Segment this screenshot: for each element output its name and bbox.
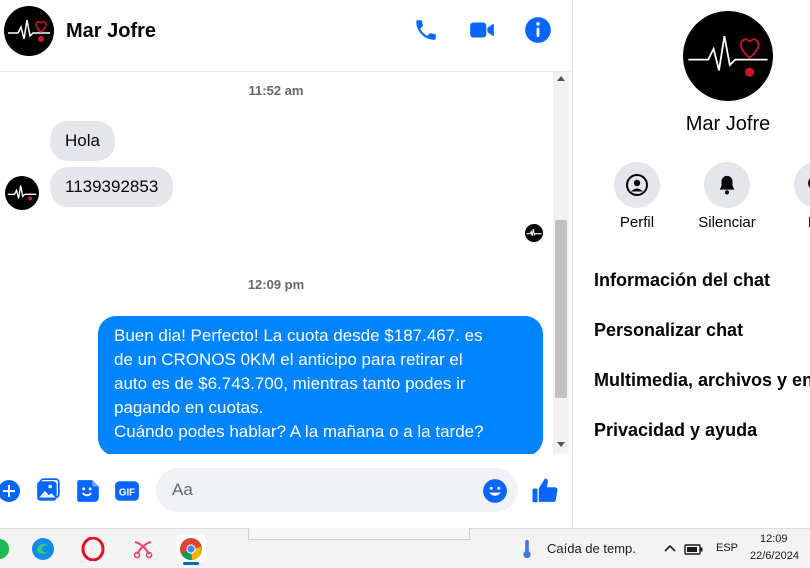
header-actions: [412, 16, 552, 44]
bell-icon: [704, 162, 750, 208]
profile-button[interactable]: Perfil: [601, 162, 673, 231]
mute-button[interactable]: Silenciar: [691, 162, 763, 231]
scroll-down-arrow[interactable]: [557, 442, 565, 447]
video-call-icon[interactable]: [468, 16, 496, 44]
info-icon[interactable]: [524, 16, 552, 44]
menu-customize-chat[interactable]: Personalizar chat: [594, 320, 743, 341]
scroll-thumb[interactable]: [555, 220, 567, 398]
chevron-up-icon[interactable]: [659, 535, 681, 563]
incoming-message[interactable]: 1139392853: [50, 167, 174, 207]
info-contact-name: Mar Jofre: [685, 113, 771, 135]
sender-avatar[interactable]: [5, 176, 39, 210]
clock-date[interactable]: 22/6/2024: [750, 550, 799, 562]
menu-chat-info[interactable]: Información del chat: [594, 270, 770, 291]
search-icon: [794, 162, 810, 208]
weather-text[interactable]: Caída de temp.: [547, 541, 636, 556]
menu-media-files[interactable]: Multimedia, archivos y en: [594, 370, 810, 391]
window-peek: [248, 528, 470, 540]
search-label: Bu: [781, 214, 810, 231]
battery-icon[interactable]: [682, 535, 706, 563]
thermometer-icon[interactable]: [512, 535, 542, 563]
emoji-icon[interactable]: [482, 478, 508, 504]
opera-icon[interactable]: [78, 535, 108, 563]
app-scissors-icon[interactable]: [128, 535, 158, 563]
message-list[interactable]: 11:52 am Hola 1139392853 12:09 pm Buen d…: [0, 72, 572, 454]
scroll-up-arrow[interactable]: [557, 76, 565, 81]
conversation-info-pane: Mar Jofre Perfil Silenciar Bu Informació…: [572, 0, 810, 528]
profile-icon: [614, 162, 660, 208]
contact-avatar[interactable]: [4, 6, 54, 56]
menu-privacy-help[interactable]: Privacidad y ayuda: [594, 420, 757, 441]
gif-icon[interactable]: GIF: [114, 478, 140, 504]
info-avatar[interactable]: [683, 11, 773, 101]
contact-name[interactable]: Mar Jofre: [66, 20, 156, 43]
composer: GIF Aa: [0, 454, 572, 528]
profile-label: Perfil: [619, 214, 655, 231]
clock-time[interactable]: 12:09: [760, 533, 788, 545]
edge-icon[interactable]: [28, 535, 58, 563]
spotify-icon[interactable]: [0, 535, 14, 563]
incoming-message[interactable]: Hola: [50, 121, 115, 161]
messenger-window: Mar Jofre 11:52 am Hola 1139392853 12:09…: [0, 0, 810, 528]
svg-text:GIF: GIF: [119, 487, 135, 498]
chrome-icon[interactable]: [176, 535, 206, 565]
search-button[interactable]: Bu: [781, 162, 810, 231]
mute-label: Silenciar: [698, 214, 756, 231]
language-indicator[interactable]: ESP: [716, 542, 738, 554]
plus-icon[interactable]: [0, 478, 22, 504]
outgoing-message[interactable]: Buen dia! Perfecto! La cuota desde $187.…: [98, 316, 543, 454]
chat-header: Mar Jofre: [0, 0, 572, 72]
message-input[interactable]: Aa: [156, 468, 518, 512]
phone-icon[interactable]: [412, 16, 440, 44]
sticker-icon[interactable]: [75, 478, 101, 504]
message-scrollbar[interactable]: [553, 72, 569, 454]
timestamp: 12:09 pm: [247, 277, 305, 292]
seen-avatar: [525, 224, 543, 242]
thumbs-up-icon[interactable]: [530, 476, 560, 506]
image-icon[interactable]: [35, 478, 61, 504]
timestamp: 11:52 am: [248, 83, 304, 98]
